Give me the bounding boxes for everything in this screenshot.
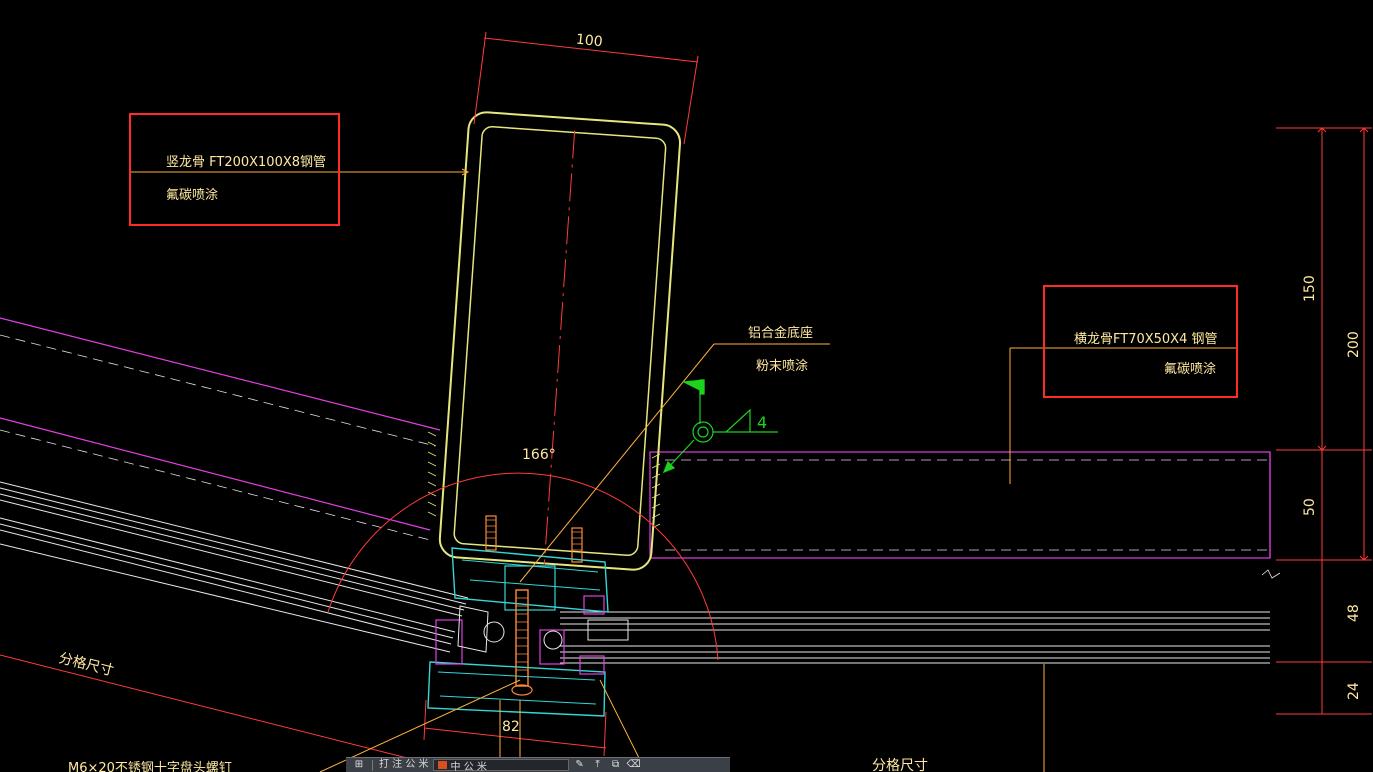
dimension-right-chain	[1276, 127, 1372, 715]
erase-icon[interactable]: ⌫	[626, 759, 640, 771]
svg-text:100: 100	[575, 32, 603, 51]
svg-text:150: 150	[1302, 275, 1318, 302]
svg-text:氟碳喷涂: 氟碳喷涂	[166, 187, 218, 203]
weld-symbol: 4	[662, 379, 778, 474]
svg-text:横龙骨FT70X50X4 钢管: 横龙骨FT70X50X4 钢管	[1074, 332, 1218, 347]
horizontal-member[interactable]	[649, 451, 1281, 579]
svg-text:氟碳喷涂: 氟碳喷涂	[1164, 361, 1216, 377]
copy-icon[interactable]: ⧉	[609, 759, 623, 771]
dimension-right-labels: 150 200 50 48 24	[1302, 275, 1362, 700]
svg-text:分格尺寸: 分格尺寸	[57, 650, 115, 679]
svg-text:铝合金底座: 铝合金底座	[748, 325, 813, 341]
svg-text:4: 4	[757, 413, 767, 432]
annotation-aluminium-base[interactable]: 铝合金底座 粉末喷涂	[748, 325, 813, 374]
layer-toolbar: ⊞ 打 注 公 米 中 公 米 ✎ ⤒ ⧉ ⌫	[346, 757, 730, 772]
move-icon[interactable]: ⤒	[591, 759, 605, 771]
svg-text:竖龙骨 FT200X100X8钢管: 竖龙骨 FT200X100X8钢管	[166, 155, 326, 170]
svg-text:48: 48	[1346, 604, 1362, 622]
toolbar-separator	[372, 759, 373, 771]
dimension-grid-left: 分格尺寸	[0, 650, 416, 761]
grid-dimension-bottom: 分格尺寸	[872, 758, 928, 772]
svg-text:82: 82	[502, 719, 520, 735]
left-glass-panel	[0, 317, 469, 653]
cad-drawing-canvas[interactable]: 166° 100 150 200 50 48 24 82 分格尺寸 分格尺寸 竖…	[0, 0, 1373, 772]
vertical-member[interactable]	[438, 111, 682, 572]
draw-icon[interactable]: ✎	[573, 759, 587, 771]
angle-label: 166°	[522, 447, 556, 463]
svg-text:200: 200	[1346, 331, 1362, 358]
svg-text:24: 24	[1346, 682, 1362, 700]
annotation-vertical-member[interactable]: 竖龙骨 FT200X100X8钢管 氟碳喷涂	[129, 113, 340, 226]
annotation-bolt[interactable]: M6×20不锈钢十字盘头螺钉	[68, 760, 232, 772]
svg-text:50: 50	[1302, 498, 1318, 516]
current-layer-dropdown[interactable]: 中 公 米	[432, 759, 569, 772]
svg-text:粉末喷涂: 粉末喷涂	[756, 358, 808, 374]
layer-prefix-label: 打 注 公 米	[379, 759, 429, 770]
annotation-horizontal-member[interactable]: 横龙骨FT70X50X4 钢管 氟碳喷涂	[1043, 285, 1238, 398]
layer-color-swatch	[437, 761, 447, 769]
right-glass-panel	[560, 611, 1270, 664]
current-layer-label: 中 公 米	[450, 761, 487, 772]
leader-lines	[130, 168, 1236, 772]
layers-icon[interactable]: ⊞	[352, 759, 366, 771]
